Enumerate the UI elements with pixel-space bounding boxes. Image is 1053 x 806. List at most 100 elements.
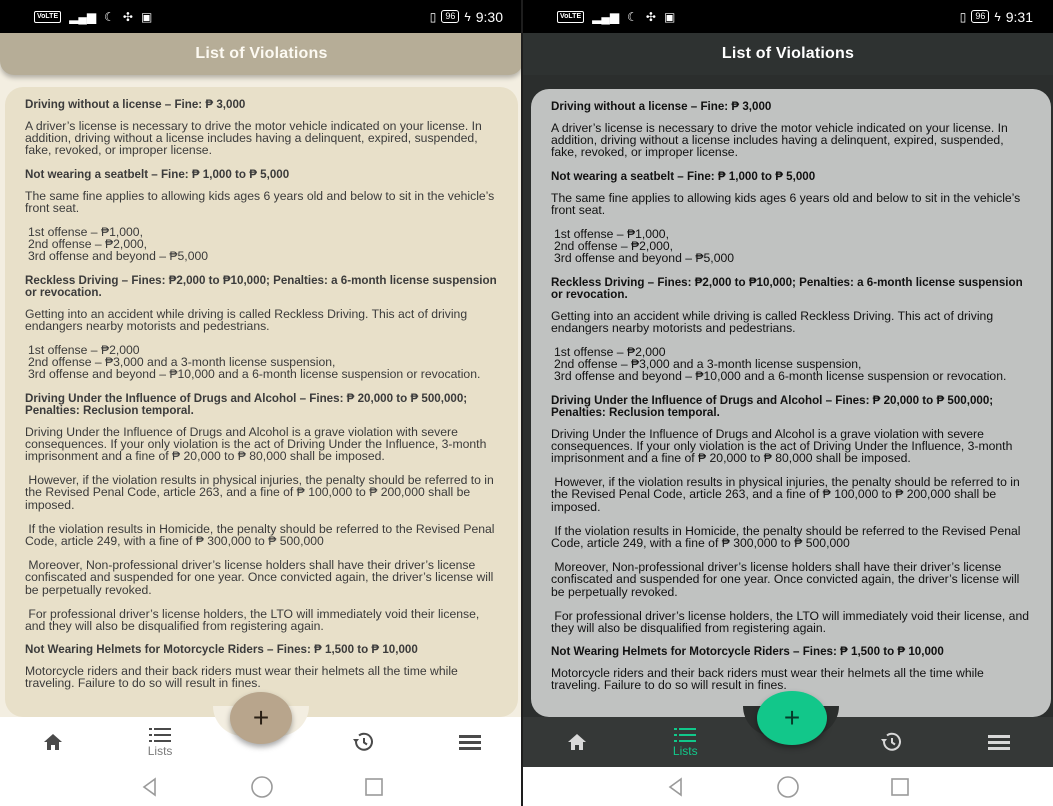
violation-description: Getting into an accident while driving i…: [551, 308, 997, 335]
violation-entry: Not wearing a seatbelt – Fine: ₱ 1,000 t…: [551, 169, 1031, 265]
violation-title: Reckless Driving – Fines: ₱2,000 to ₱10,…: [25, 273, 497, 299]
violation-title: Driving Under the Influence of Drugs and…: [551, 393, 994, 419]
home-icon: [44, 734, 63, 750]
signal-icon: ▂▄▆: [69, 9, 97, 24]
nav-history[interactable]: [310, 717, 417, 767]
home-circle-icon: [250, 775, 273, 798]
violation-description: However, if the violation results in phy…: [25, 473, 498, 512]
list-icon: [149, 727, 172, 742]
nav-lists-label: Lists: [147, 743, 173, 758]
menu-icon: [458, 735, 481, 750]
violation-description: Driving Under the Influence of Drugs and…: [551, 426, 1016, 466]
recents-square-icon: [891, 777, 909, 796]
back-triangle-icon: [668, 776, 682, 797]
violation-description: The same fine applies to allowing kids a…: [25, 188, 498, 215]
charging-icon: ϟ: [464, 9, 471, 24]
violation-entry: Driving Under the Influence of Drugs and…: [551, 393, 1033, 636]
image-icon: ▣: [663, 9, 676, 24]
violation-title: Reckless Driving – Fines: ₱2,000 to ₱10,…: [551, 275, 1023, 301]
violation-entry: Reckless Driving – Fines: ₱2,000 to ₱10,…: [25, 273, 498, 381]
violation-title: Driving without a license – Fine: ₱ 3,00…: [551, 100, 772, 113]
home-circle-icon: [777, 775, 799, 798]
violation-description: The same fine applies to allowing kids a…: [551, 190, 1024, 217]
nav-home[interactable]: [0, 717, 107, 767]
charging-icon: ϟ: [994, 9, 1001, 24]
clock: 9:30: [475, 8, 503, 25]
violation-description: A driver’s license is necessary to drive…: [551, 121, 1012, 160]
violation-description: For professional driver’s license holder…: [551, 608, 1033, 636]
violation-description: However, if the violation results in phy…: [551, 475, 1024, 514]
violation-description: Motorcycle riders and their back riders …: [551, 666, 988, 693]
home-icon: [568, 734, 587, 750]
offense-list: 1st offense – ₱1,000, 2nd offense – ₱2,00…: [551, 228, 1031, 265]
violation-entry: Not wearing a seatbelt – Fine: ₱ 1,000 t…: [25, 167, 498, 263]
violation-description: Moreover, Non-professional driver’s lice…: [25, 558, 497, 597]
volte-badge: VoLTE: [34, 10, 62, 23]
plus-icon: +: [783, 702, 801, 733]
violation-description: Getting into an accident while driving i…: [25, 306, 471, 333]
status-bar: VoLTE ▂▄▆ ☾ ✣ ▣ ▯ 96 ϟ 9:30: [0, 0, 523, 33]
offense-list: 1st offense – ₱1,000, 2nd offense – ₱2,00…: [25, 226, 498, 263]
status-bar: VoLTE ▂▄▆ ☾ ✣ ▣ ▯ 96 ϟ 9:31: [523, 0, 1053, 33]
nav-lists[interactable]: Lists: [631, 717, 739, 767]
phone-screen-light: VoLTE ▂▄▆ ☾ ✣ ▣ ▯ 96 ϟ 9:30 List of Viol…: [0, 0, 523, 806]
violations-list[interactable]: Driving without a license – Fine: ₱ 3,00…: [5, 87, 518, 717]
recents-square-icon: [364, 777, 383, 796]
moon-icon: ☾: [627, 9, 638, 24]
violation-description: Moreover, Non-professional driver’s lice…: [551, 560, 1023, 599]
system-nav-bar: [0, 767, 523, 806]
violation-description: Motorcycle riders and their back riders …: [25, 664, 462, 691]
home-system-button[interactable]: [250, 775, 274, 799]
usb-icon: ✣: [122, 9, 133, 24]
offense-line: 3rd offense and beyond – ₱5,000: [28, 249, 209, 264]
violation-description: If the violation results in Homicide, th…: [551, 523, 1024, 551]
app-bar: List of Violations: [523, 33, 1053, 75]
violation-entry: Driving without a license – Fine: ₱ 3,00…: [551, 101, 1031, 159]
page-title: List of Violations: [721, 45, 855, 62]
violation-entry: Not Wearing Helmets for Motorcycle Rider…: [551, 645, 1031, 693]
system-nav-bar: [523, 767, 1053, 806]
back-button[interactable]: [138, 775, 162, 799]
violation-description: Driving Under the Influence of Drugs and…: [25, 424, 490, 464]
violation-title: Not wearing a seatbelt – Fine: ₱ 1,000 t…: [551, 169, 816, 183]
image-icon: ▣: [140, 9, 153, 24]
nav-lists-label: Lists: [672, 743, 698, 758]
violation-entry: Driving without a license – Fine: ₱ 3,00…: [25, 99, 498, 157]
violation-title: Driving Under the Influence of Drugs and…: [25, 391, 468, 417]
app-bar: List of Violations: [0, 33, 523, 75]
home-system-button[interactable]: [776, 775, 800, 799]
recents-button[interactable]: [362, 775, 386, 799]
menu-icon: [987, 735, 1010, 750]
violation-description: If the violation results in Homicide, th…: [25, 521, 498, 549]
offense-line: 3rd offense and beyond – ₱10,000 and a 6…: [554, 369, 1007, 384]
nav-lists[interactable]: Lists: [107, 717, 214, 767]
clock: 9:31: [1005, 8, 1033, 25]
violation-description: A driver’s license is necessary to drive…: [25, 119, 486, 158]
battery-indicator: 96: [441, 10, 460, 23]
violation-title: Not Wearing Helmets for Motorcycle Rider…: [551, 645, 944, 659]
back-button[interactable]: [664, 775, 688, 799]
battery-indicator: 96: [971, 10, 990, 23]
page-title: List of Violations: [195, 45, 328, 62]
usb-icon: ✣: [645, 9, 656, 24]
recents-button[interactable]: [888, 775, 912, 799]
nav-history[interactable]: [837, 717, 945, 767]
signal-icon: ▂▄▆: [592, 9, 620, 24]
violation-title: Not wearing a seatbelt – Fine: ₱ 1,000 t…: [25, 167, 290, 181]
nav-home[interactable]: [523, 717, 631, 767]
history-icon: [880, 732, 901, 751]
nav-menu[interactable]: [416, 717, 523, 767]
violations-list[interactable]: Driving without a license – Fine: ₱ 3,00…: [531, 89, 1051, 717]
back-triangle-icon: [142, 776, 156, 797]
offense-list: 1st offense – ₱2,000 2nd offense – ₱3,000…: [551, 346, 1031, 383]
vibrate-icon: ▯: [429, 9, 437, 24]
violation-description: For professional driver’s license holder…: [25, 606, 483, 634]
add-button[interactable]: +: [230, 692, 292, 744]
violation-title: Driving without a license – Fine: ₱ 3,00…: [25, 98, 246, 111]
add-button[interactable]: +: [757, 691, 827, 745]
violation-entry: Reckless Driving – Fines: ₱2,000 to ₱10,…: [551, 275, 1031, 383]
offense-line: 3rd offense and beyond – ₱5,000: [554, 251, 735, 266]
violation-title: Not Wearing Helmets for Motorcycle Rider…: [25, 643, 418, 657]
nav-menu[interactable]: [945, 717, 1053, 767]
list-icon: [674, 727, 697, 742]
